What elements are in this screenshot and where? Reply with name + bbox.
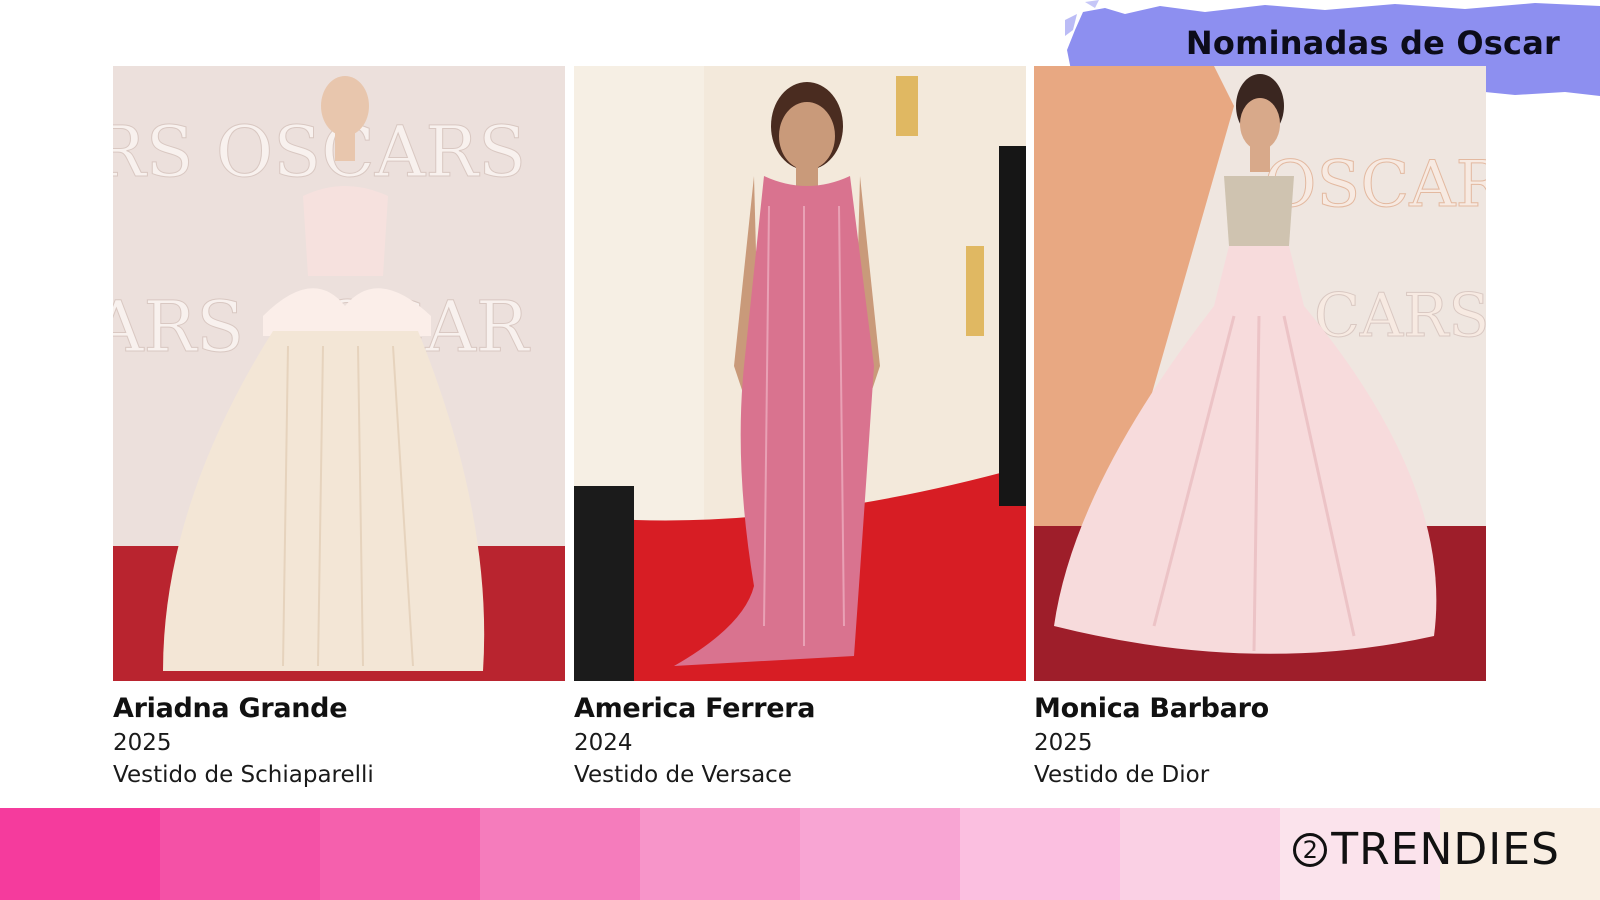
card-monica-barbaro: OSCAR CARS Monica Barbaro 2025 Vestido d…: [1034, 66, 1486, 788]
palette-swatch: [160, 808, 320, 900]
card-year: 2024: [574, 730, 633, 756]
photo-ariadna-grande: RS OSCARS ARS OSCAR: [113, 66, 565, 681]
card-designer: Vestido de Schiaparelli: [113, 762, 374, 788]
palette-swatch: [960, 808, 1120, 900]
svg-text:CARS: CARS: [1314, 281, 1486, 351]
card-name: America Ferrera: [574, 693, 816, 724]
brand-logo: 2 TRENDIES: [1293, 828, 1560, 872]
palette-swatch: [0, 808, 160, 900]
palette-swatch: [800, 808, 960, 900]
photo-america-ferrera: [574, 66, 1026, 681]
card-ariadna-grande: RS OSCARS ARS OSCAR Ariadna Grande 2025 …: [113, 66, 565, 788]
card-designer: Vestido de Dior: [1034, 762, 1210, 788]
palette-swatch: [640, 808, 800, 900]
svg-text:OSCAR: OSCAR: [1264, 148, 1486, 222]
brand-mark-icon: 2: [1293, 833, 1328, 867]
card-designer: Vestido de Versace: [574, 762, 792, 788]
card-america-ferrera: America Ferrera 2024 Vestido de Versace: [574, 66, 1026, 788]
card-name: Monica Barbaro: [1034, 693, 1269, 724]
photo-monica-barbaro: OSCAR CARS: [1034, 66, 1486, 681]
svg-text:RS OSCARS: RS OSCARS: [113, 111, 526, 193]
card-name: Ariadna Grande: [113, 693, 348, 724]
palette-swatch: [1120, 808, 1280, 900]
palette-swatch: [320, 808, 480, 900]
page-title: Nominadas de Oscar: [1185, 24, 1560, 62]
palette-swatch: [480, 808, 640, 900]
card-year: 2025: [1034, 730, 1093, 756]
brand-name: TRENDIES: [1331, 824, 1560, 875]
card-year: 2025: [113, 730, 172, 756]
